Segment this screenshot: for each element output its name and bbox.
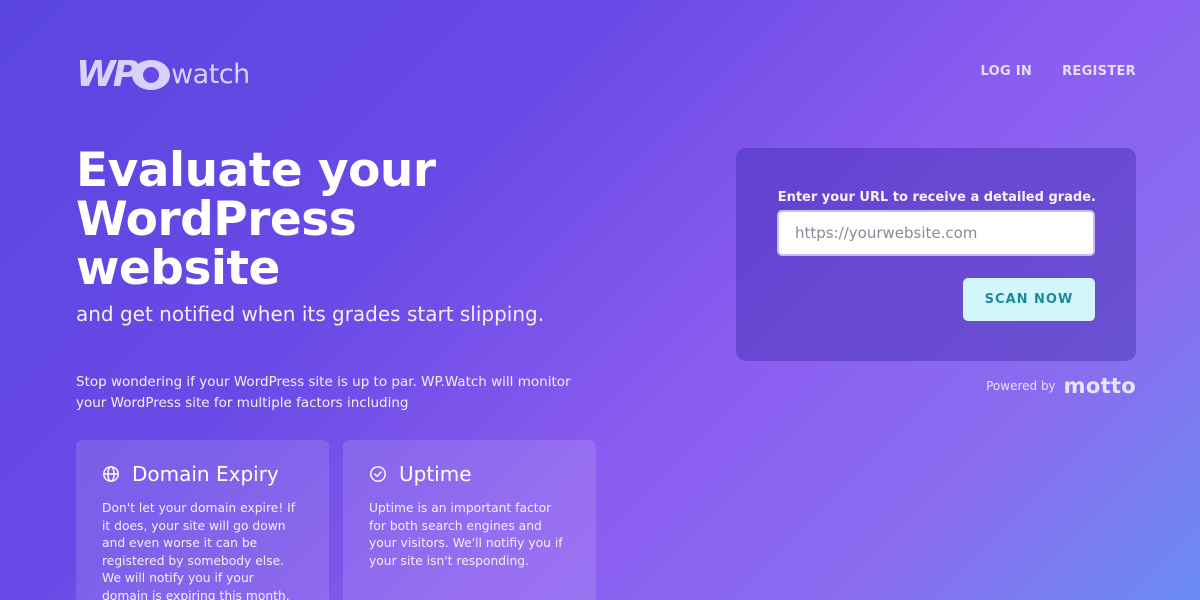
headline-line-1: Evaluate your xyxy=(76,143,436,198)
feature-card-uptime: Uptime Uptime is an important factor for… xyxy=(343,440,596,600)
wpwatch-logo[interactable]: WP watch xyxy=(76,54,250,95)
register-link[interactable]: REGISTER xyxy=(1062,64,1136,79)
logo-wp-text: WP xyxy=(76,54,139,95)
feature-card-domain-expiry: Domain Expiry Don't let your domain expi… xyxy=(76,440,329,600)
scan-now-button[interactable]: SCAN NOW xyxy=(963,278,1095,321)
intro-text: Stop wondering if your WordPress site is… xyxy=(76,374,571,411)
scan-form: Enter your URL to receive a detailed gra… xyxy=(736,148,1136,361)
login-link[interactable]: LOG IN xyxy=(980,64,1032,79)
headline-line-2: WordPress xyxy=(76,192,357,247)
feature-description: Don't let your domain expire! If it does… xyxy=(102,501,296,600)
url-field-label: Enter your URL to receive a detailed gra… xyxy=(777,190,1096,205)
motto-logo[interactable]: motto xyxy=(1064,374,1136,398)
powered-by-label: Powered by xyxy=(986,379,1056,393)
feature-title: Uptime xyxy=(399,462,472,486)
page-title: Evaluate your WordPress website xyxy=(76,146,636,293)
subheadline: and get notified when its grades start s… xyxy=(76,302,545,326)
check-circle-icon xyxy=(370,466,386,482)
url-input[interactable] xyxy=(777,210,1095,256)
feature-header: Uptime xyxy=(369,462,570,486)
top-nav: LOG IN REGISTER xyxy=(980,64,1136,79)
feature-description: Uptime is an important factor for both s… xyxy=(369,501,563,568)
feature-title: Domain Expiry xyxy=(132,462,279,486)
powered-by: Powered by motto xyxy=(986,374,1136,398)
globe-icon xyxy=(103,466,119,482)
headline-line-3: website xyxy=(76,241,280,296)
logo-watch-text: watch xyxy=(171,59,250,90)
feature-cards: Domain Expiry Don't let your domain expi… xyxy=(76,440,596,600)
feature-header: Domain Expiry xyxy=(102,462,303,486)
eye-icon xyxy=(132,59,171,90)
